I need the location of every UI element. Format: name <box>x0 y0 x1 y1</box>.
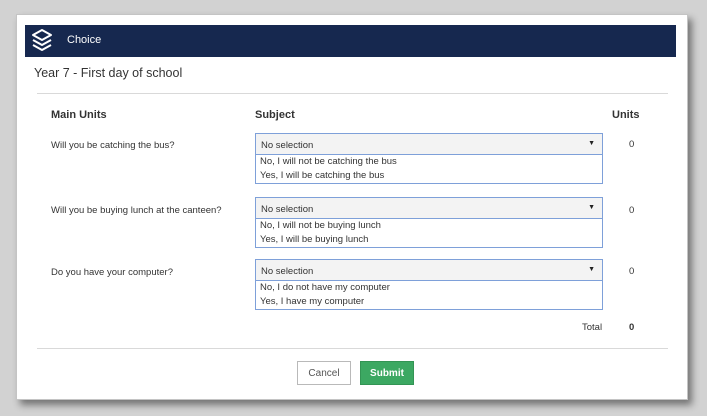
submit-button[interactable]: Submit <box>360 361 414 385</box>
select-option[interactable]: Yes, I have my computer <box>256 295 602 309</box>
select-value: No selection <box>261 140 314 151</box>
select-current[interactable]: No selection ▼ <box>256 198 602 219</box>
caret-down-icon: ▼ <box>588 140 595 147</box>
subject-select[interactable]: No selection ▼ No, I will not be buying … <box>255 197 603 248</box>
subject-select[interactable]: No selection ▼ No, I do not have my comp… <box>255 259 603 310</box>
select-option[interactable]: No, I will not be catching the bus <box>256 155 602 169</box>
column-header-subject: Subject <box>255 109 295 121</box>
title-bar: Choice <box>25 25 676 57</box>
divider <box>37 348 668 349</box>
choice-dialog: Choice Year 7 - First day of school Main… <box>16 14 688 400</box>
select-value: No selection <box>261 266 314 277</box>
divider <box>37 93 668 94</box>
total-label: Total <box>582 322 603 333</box>
cancel-button[interactable]: Cancel <box>297 361 351 385</box>
select-option[interactable]: Yes, I will be catching the bus <box>256 169 602 183</box>
question-label: Do you have your computer? <box>51 267 173 278</box>
column-header-units: Units <box>612 109 640 121</box>
total-value: 0 <box>629 322 635 333</box>
subject-select[interactable]: No selection ▼ No, I will not be catchin… <box>255 133 603 184</box>
units-value: 0 <box>629 139 635 150</box>
caret-down-icon: ▼ <box>588 266 595 273</box>
column-header-main-units: Main Units <box>51 109 107 121</box>
select-current[interactable]: No selection ▼ <box>256 260 602 281</box>
select-option[interactable]: No, I will not be buying lunch <box>256 219 602 233</box>
select-current[interactable]: No selection ▼ <box>256 134 602 155</box>
select-option[interactable]: No, I do not have my computer <box>256 281 602 295</box>
question-label: Will you be buying lunch at the canteen? <box>51 205 222 216</box>
stacked-layers-icon <box>32 29 52 51</box>
app-title: Choice <box>67 34 102 46</box>
units-value: 0 <box>629 266 635 277</box>
units-value: 0 <box>629 205 635 216</box>
page-title: Year 7 - First day of school <box>34 66 183 80</box>
question-label: Will you be catching the bus? <box>51 140 175 151</box>
caret-down-icon: ▼ <box>588 204 595 211</box>
select-option[interactable]: Yes, I will be buying lunch <box>256 233 602 247</box>
select-value: No selection <box>261 204 314 215</box>
